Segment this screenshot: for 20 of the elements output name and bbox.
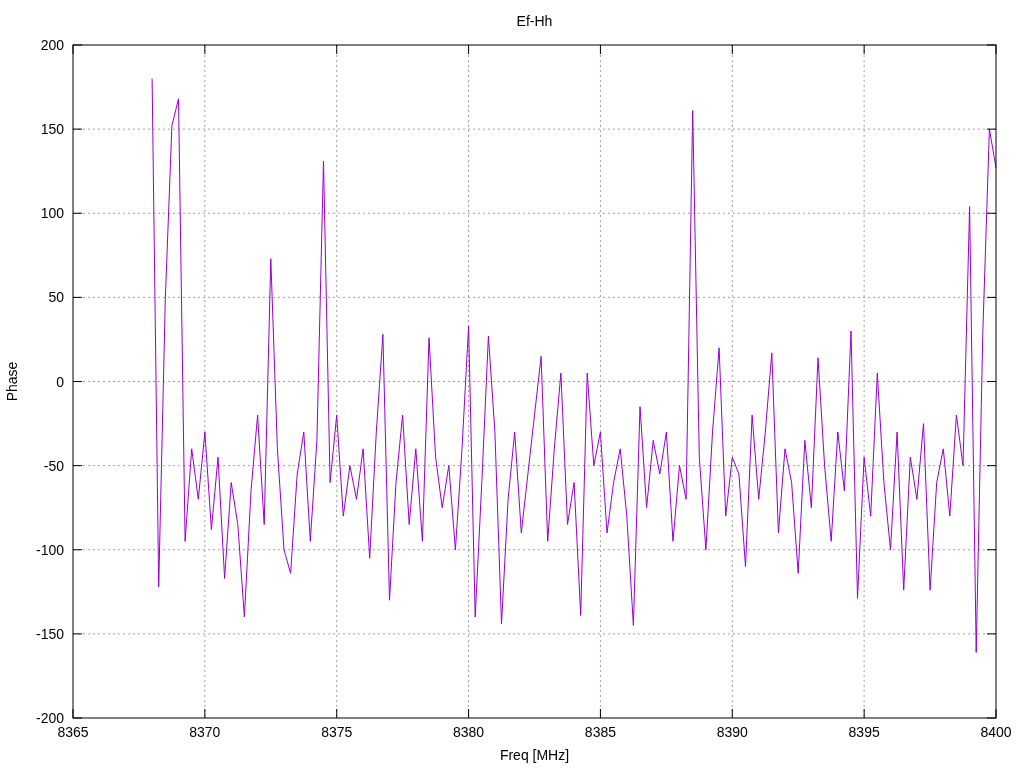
x-tick-label: 8380 — [453, 724, 485, 740]
y-tick-label: -50 — [43, 457, 64, 474]
x-axis-label: Freq [MHz] — [499, 747, 570, 763]
x-tick-label: 8365 — [57, 724, 89, 740]
y-axis-label: Phase — [4, 361, 20, 402]
y-tick-label: 0 — [56, 373, 64, 390]
x-tick-label: 8395 — [848, 724, 880, 740]
x-tick-label: 8390 — [716, 724, 748, 740]
y-tick-label: 150 — [40, 121, 64, 138]
x-tick-label: 8375 — [321, 724, 353, 740]
x-tick-label: 8400 — [980, 724, 1012, 740]
y-tick-label: -200 — [35, 710, 64, 726]
y-tick-label: 50 — [48, 289, 64, 306]
y-tick-label: -100 — [35, 541, 64, 558]
chart-title: Ef-Hh — [516, 13, 553, 29]
y-tick-label: 200 — [40, 37, 64, 53]
y-tick-label: -150 — [35, 625, 64, 642]
y-tick-label: 100 — [40, 205, 64, 222]
x-tick-label: 8370 — [189, 724, 221, 740]
x-tick-label: 8385 — [584, 724, 616, 740]
